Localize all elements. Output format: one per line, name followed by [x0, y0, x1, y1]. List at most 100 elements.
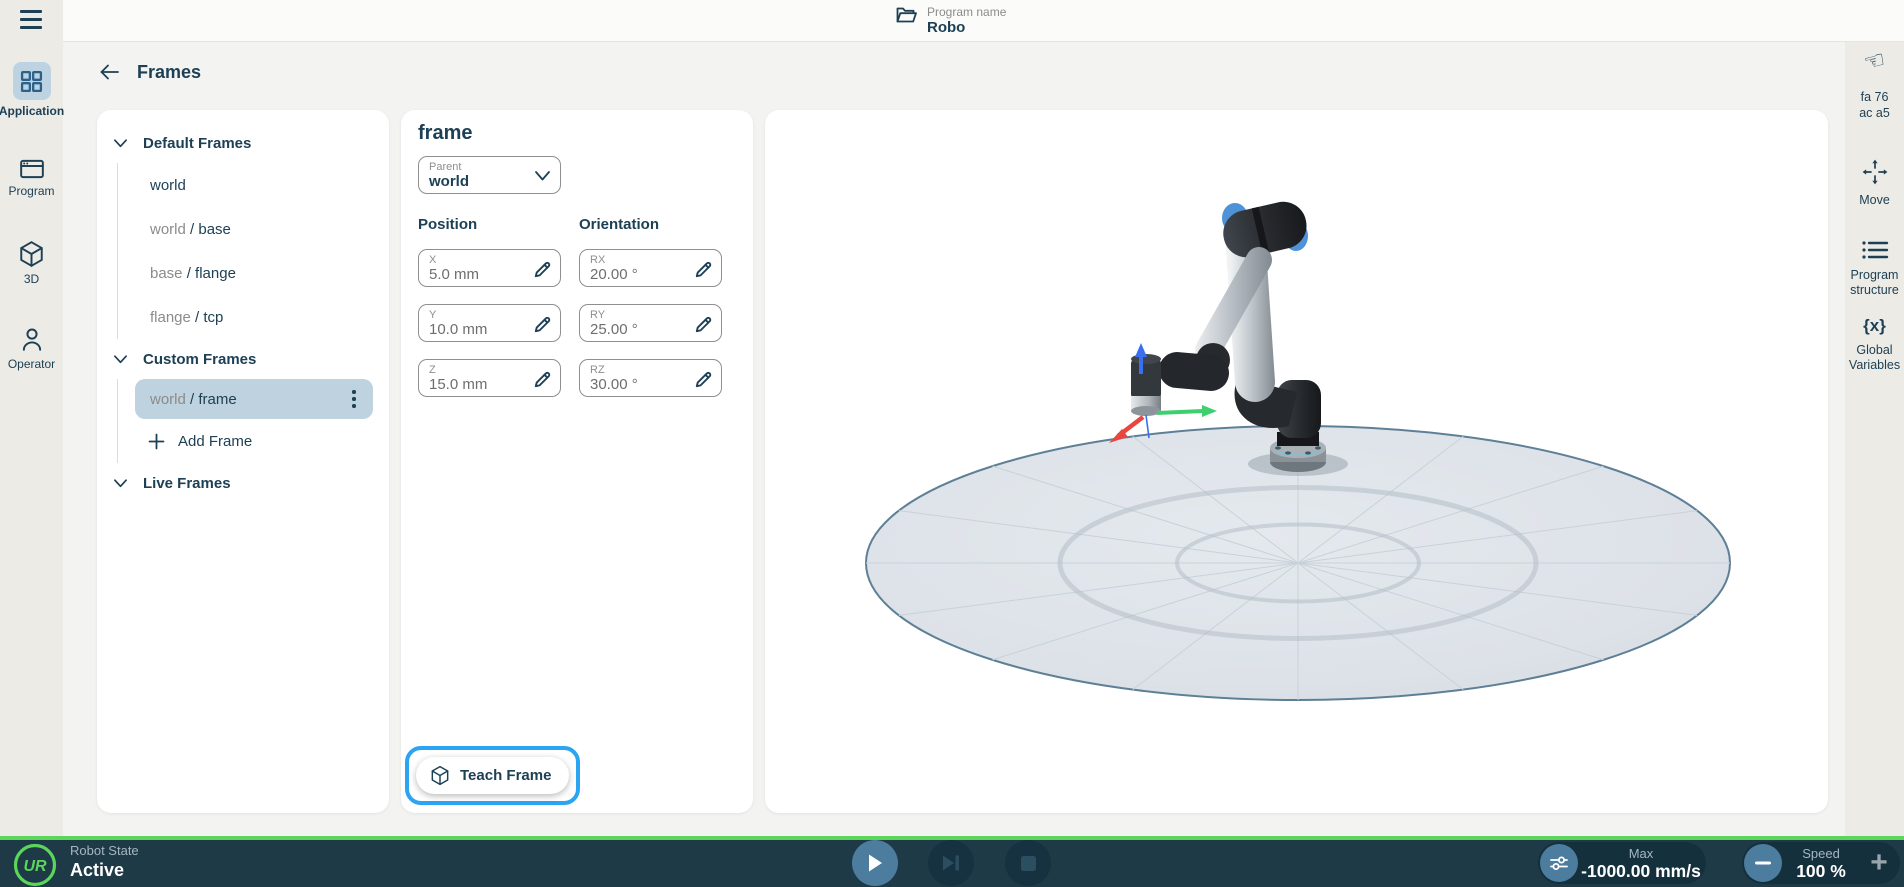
max-speed-readout: Max -1000.00 mm/s — [1578, 846, 1704, 881]
speed-increase-button[interactable]: + — [1860, 844, 1898, 882]
chevron-down-icon — [534, 169, 551, 182]
minus-icon — [1755, 861, 1771, 865]
frame-title: frame — [418, 122, 737, 145]
tree-item-flange-tcp[interactable]: flange / tcp — [118, 295, 389, 339]
max-label: Max — [1629, 846, 1654, 861]
sidebar-item-label: Program structure — [1846, 268, 1904, 298]
page-title: Frames — [137, 62, 201, 83]
chevron-down-icon — [113, 353, 128, 365]
hand-pointer-icon: ☜ — [1861, 48, 1888, 76]
robot-3d-scene — [765, 110, 1828, 813]
edit-pencil-icon[interactable] — [693, 369, 714, 390]
tree-item-base-flange[interactable]: base / flange — [118, 251, 389, 295]
teach-frame-button[interactable]: Teach Frame — [416, 757, 569, 794]
back-button[interactable] — [97, 60, 121, 84]
cube-icon — [18, 240, 45, 268]
edit-pencil-icon[interactable] — [532, 259, 553, 280]
sidebar-item-program-structure[interactable]: Program structure — [1845, 239, 1904, 298]
dropdown-label: Parent — [429, 161, 550, 173]
orientation-ry-field[interactable]: RY 25.00 ° — [579, 304, 722, 342]
sidebar-item-label: Program — [8, 184, 54, 198]
chevron-down-icon — [113, 137, 128, 149]
hamburger-menu-icon[interactable] — [20, 10, 42, 29]
stop-icon — [1020, 855, 1037, 872]
position-y-field[interactable]: Y 10.0 mm — [418, 304, 561, 342]
position-column: Position X 5.0 mm Y 10.0 mm — [418, 216, 561, 414]
default-frames-items: world world / base base / flange flange … — [117, 163, 389, 339]
orientation-rz-field[interactable]: RZ 30.00 ° — [579, 359, 722, 397]
max-speed-pill: Max -1000.00 mm/s — [1538, 842, 1706, 884]
window-icon — [19, 158, 45, 180]
orientation-header: Orientation — [579, 216, 722, 233]
program-info: Program name Robo — [895, 5, 1006, 37]
viewport-3d[interactable] — [765, 110, 1828, 813]
cube-icon — [430, 765, 450, 786]
sidebar-item-operator[interactable]: Operator — [0, 326, 63, 371]
sidebar-item-label: Operator — [8, 357, 55, 371]
sidebar-item-label: 3D — [24, 272, 39, 286]
back-arrow-icon — [98, 62, 120, 82]
variables-icon: {x} — [1863, 316, 1886, 336]
tree-section-live-frames[interactable]: Live Frames — [97, 463, 389, 503]
sidebar-item-program[interactable]: Program — [0, 158, 63, 198]
teach-frame-focus-ring: Teach Frame — [405, 746, 580, 805]
top-bar: Program name Robo — [0, 0, 1904, 42]
tree-item-world[interactable]: world — [118, 163, 389, 207]
edit-pencil-icon[interactable] — [532, 369, 553, 390]
parent-frame-dropdown[interactable]: Parent world — [418, 156, 561, 194]
tree-section-default-frames[interactable]: Default Frames — [97, 123, 389, 163]
sliders-icon — [1549, 854, 1569, 872]
footer-bar: UR Robot State Active Max -1000.00 mm/s — [0, 836, 1904, 887]
robot-state-label: Robot State — [70, 843, 139, 859]
kebab-menu-icon[interactable] — [343, 386, 365, 412]
ur-logo: UR — [13, 843, 57, 887]
speed-label: Speed — [1802, 846, 1840, 861]
grid-icon — [20, 70, 43, 93]
person-icon — [19, 326, 45, 353]
speed-value: 100 % — [1796, 861, 1846, 881]
plus-icon — [148, 433, 165, 450]
program-name-value: Robo — [927, 19, 1006, 37]
add-frame-button[interactable]: Add Frame — [118, 419, 389, 463]
sidebar-item-global-variables[interactable]: {x} Global Variables — [1845, 316, 1904, 373]
step-button[interactable] — [928, 840, 974, 886]
dropdown-value: world — [429, 173, 550, 191]
chevron-down-icon — [113, 477, 128, 489]
max-value: -1000.00 mm/s — [1581, 861, 1701, 881]
pointer-status: ☜ — [1845, 50, 1904, 74]
sidebar-item-application[interactable]: Application — [0, 62, 63, 118]
sidebar-item-3d[interactable]: 3D — [0, 240, 63, 286]
orientation-rx-field[interactable]: RX 20.00 ° — [579, 249, 722, 287]
sidebar-item-move[interactable]: Move — [1845, 158, 1904, 208]
svg-text:UR: UR — [23, 858, 47, 875]
speed-readout: Speed 100 % — [1782, 846, 1860, 881]
page-header: Frames — [97, 60, 201, 84]
skip-icon — [941, 854, 961, 872]
edit-pencil-icon[interactable] — [693, 259, 714, 280]
position-header: Position — [418, 216, 561, 233]
right-sidebar: ☜ fa 76 ac a5 Move Program str — [1845, 42, 1904, 836]
tree-item-world-frame[interactable]: world / frame — [135, 379, 373, 419]
speed-settings-button[interactable] — [1540, 844, 1578, 882]
edit-pencil-icon[interactable] — [532, 314, 553, 335]
position-z-field[interactable]: Z 15.0 mm — [418, 359, 561, 397]
tree-section-custom-frames[interactable]: Custom Frames — [97, 339, 389, 379]
speed-decrease-button[interactable] — [1744, 844, 1782, 882]
frames-tree-panel: Default Frames world world / base base /… — [97, 110, 389, 813]
play-icon — [866, 853, 884, 873]
orientation-column: Orientation RX 20.00 ° RY 25.00 ° — [579, 216, 722, 414]
tree-item-world-base[interactable]: world / base — [118, 207, 389, 251]
frame-editor-panel: frame Parent world Position X 5.0 mm — [401, 110, 753, 813]
edit-pencil-icon[interactable] — [693, 314, 714, 335]
position-x-field[interactable]: X 5.0 mm — [418, 249, 561, 287]
program-name-label: Program name — [927, 5, 1006, 19]
sidebar-item-label: Application — [0, 104, 64, 118]
sidebar-item-label: Global Variables — [1847, 343, 1903, 373]
list-icon — [1861, 239, 1889, 261]
serial-text: fa 76 ac a5 — [1845, 89, 1904, 121]
stop-button[interactable] — [1005, 840, 1051, 886]
left-sidebar: Application Program 3D Operator — [0, 0, 63, 836]
robot-state-value: Active — [70, 859, 139, 881]
play-button[interactable] — [852, 840, 898, 886]
speed-pill: Speed 100 % + — [1742, 842, 1900, 884]
